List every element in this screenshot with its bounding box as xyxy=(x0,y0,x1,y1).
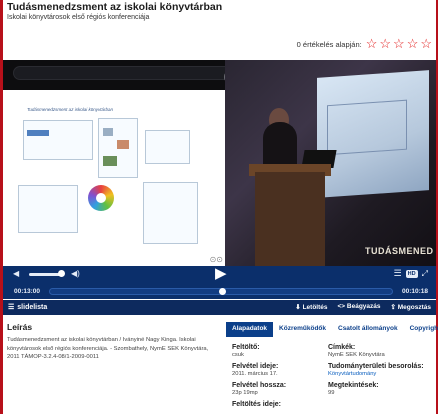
embed-button[interactable]: <> Beágyazás xyxy=(337,303,380,311)
slide-diagram-box xyxy=(18,185,78,233)
slide-zoom-controls[interactable]: ⊙⊙ xyxy=(210,255,223,264)
player-controls: ◀ ◀) ▶ ☰ HD ⤢ 00:13:00 00:10:18 xyxy=(3,266,436,299)
projection-screen xyxy=(317,70,429,198)
recorded-field: Felvétel ideje: 2011. március 17. xyxy=(232,363,279,377)
subject-field: Tudományterületi besorolás: Könyvtártudo… xyxy=(328,363,424,377)
labels-field: Címkék: NymE SEK Könyvtára xyxy=(328,344,385,358)
download-button[interactable]: ⬇ Letöltés xyxy=(295,303,327,311)
tab-basic-data[interactable]: Alapadatok xyxy=(226,322,274,337)
slides-list-button[interactable]: ☰ slidelista xyxy=(8,303,48,312)
banner-text: TUDÁSMENED xyxy=(365,246,434,256)
upload-time-field: Feltöltés ideje: xyxy=(232,401,282,408)
slide-image xyxy=(103,156,117,166)
subject-link[interactable]: Könyvtártudomány xyxy=(328,371,424,377)
slides-list-label: slidelista xyxy=(17,303,48,311)
slide-image xyxy=(117,140,129,149)
star-icon[interactable]: ☆ xyxy=(420,37,432,50)
star-icon[interactable]: ☆ xyxy=(393,37,405,50)
slide-diagram-box xyxy=(23,120,93,160)
volume-up-icon[interactable]: ◀) xyxy=(71,269,80,278)
total-time: 00:10:18 xyxy=(401,288,428,295)
list-icon[interactable]: ☰ xyxy=(394,269,402,278)
slide-diagram-box xyxy=(145,130,190,164)
page-subtitle: Iskolai könyvtárosok első régiós konfere… xyxy=(7,14,150,21)
uploader-field: Feltöltő: csuk xyxy=(232,344,260,358)
player-sub-bar: ☰ slidelista ⬇ Letöltés <> Beágyazás ⇪ M… xyxy=(3,300,436,315)
fullscreen-icon[interactable]: ⤢ xyxy=(422,269,428,278)
star-icon[interactable]: ☆ xyxy=(366,37,378,50)
volume-handle[interactable] xyxy=(58,270,65,277)
tab-attachments[interactable]: Csatolt állományok xyxy=(332,322,404,337)
description-heading: Leírás xyxy=(7,322,33,332)
rating-text: 0 értékelés alapján: xyxy=(296,39,362,49)
volume-down-icon[interactable]: ◀ xyxy=(13,269,19,278)
views-field: Megtekintések: 99 xyxy=(328,382,379,396)
podium xyxy=(255,172,325,266)
share-icon: ⇪ xyxy=(390,304,396,311)
current-time: 00:13:00 xyxy=(14,288,41,295)
hd-button[interactable]: HD xyxy=(405,269,418,278)
page-title: Tudásmenedzsment az iskolai könyvtárban xyxy=(7,1,223,13)
tab-contributors[interactable]: Közreműködők xyxy=(273,322,332,337)
seek-bar[interactable] xyxy=(49,288,393,295)
slide-image xyxy=(27,130,49,136)
code-icon: <> xyxy=(337,303,346,310)
list-icon: ☰ xyxy=(8,304,15,311)
length-field: Felvétel hossza: 23p 19mp xyxy=(232,382,287,396)
slide-pane: Tudásmenedzsment az iskolai könyvtárban … xyxy=(3,90,225,266)
slide-image xyxy=(103,128,113,136)
volume-slider[interactable] xyxy=(29,270,65,277)
description-text: Tudásmenedzsment az iskolai könyvtárban … xyxy=(7,337,209,360)
slide-title: Tudásmenedzsment az iskolai könyvtárban xyxy=(27,107,113,112)
star-icon[interactable]: ☆ xyxy=(379,37,391,50)
share-button[interactable]: ⇪ Megosztás xyxy=(391,303,432,311)
seek-handle[interactable] xyxy=(219,288,226,295)
slide-diagram-box xyxy=(143,182,198,244)
rating-widget: 0 értékelés alapján: ☆ ☆ ☆ ☆ ☆ xyxy=(296,37,432,50)
video-player: ◂▸ Tudásmenedzsment az iskolai könyvtárb… xyxy=(3,60,436,299)
star-icon[interactable]: ☆ xyxy=(407,37,419,50)
tab-copyright[interactable]: Copyright xyxy=(404,322,438,337)
camera-pane: TUDÁSMENED xyxy=(225,60,436,266)
detail-tabs: Alapadatok Közreműködők Csatolt állomány… xyxy=(226,322,438,337)
download-icon: ⬇ xyxy=(295,304,301,311)
play-icon[interactable]: ▶ xyxy=(215,266,227,281)
slide-color-wheel xyxy=(88,185,114,211)
